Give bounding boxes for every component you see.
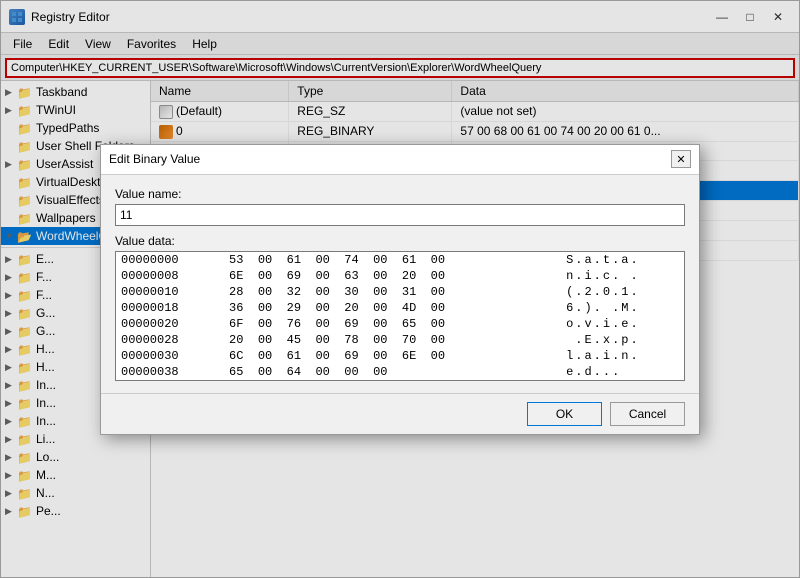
value-name-group: Value name: [115, 187, 685, 226]
value-name-input[interactable] [115, 204, 685, 226]
binary-hex: 65 00 64 00 00 00 [210, 364, 543, 380]
dialog-close-button[interactable]: ✕ [671, 150, 691, 168]
binary-hex: 36 00 29 00 20 00 4D 00 [210, 300, 543, 316]
binary-hex: 6E 00 69 00 63 00 20 00 [210, 268, 543, 284]
binary-address: 00000000 [116, 252, 210, 268]
binary-table: 00000000 53 00 61 00 74 00 61 00 S.a.t.a… [116, 252, 684, 380]
binary-row: 00000018 36 00 29 00 20 00 4D 00 6.). .M… [116, 300, 684, 316]
binary-row: 00000008 6E 00 69 00 63 00 20 00 n.i.c. … [116, 268, 684, 284]
cancel-button[interactable]: Cancel [610, 402, 685, 426]
dialog-footer: OK Cancel [101, 393, 699, 434]
binary-hex: 6F 00 76 00 69 00 65 00 [210, 316, 543, 332]
binary-row: 00000010 28 00 32 00 30 00 31 00 (.2.0.1… [116, 284, 684, 300]
binary-address: 00000030 [116, 348, 210, 364]
binary-ascii: S.a.t.a. [543, 252, 684, 268]
edit-binary-dialog: Edit Binary Value ✕ Value name: Value da… [100, 144, 700, 435]
binary-address: 00000038 [116, 364, 210, 380]
value-data-group: Value data: 00000000 53 00 61 00 74 00 6… [115, 234, 685, 381]
binary-address: 00000020 [116, 316, 210, 332]
binary-address: 00000018 [116, 300, 210, 316]
value-name-label: Value name: [115, 187, 685, 201]
binary-ascii: (.2.0.1. [543, 284, 684, 300]
binary-row: 00000020 6F 00 76 00 69 00 65 00 o.v.i.e… [116, 316, 684, 332]
binary-row: 00000038 65 00 64 00 00 00 e.d... [116, 364, 684, 380]
binary-hex: 6C 00 61 00 69 00 6E 00 [210, 348, 543, 364]
binary-ascii: 6.). .M. [543, 300, 684, 316]
binary-row: 00000030 6C 00 61 00 69 00 6E 00 l.a.i.n… [116, 348, 684, 364]
binary-ascii: n.i.c. . [543, 268, 684, 284]
dialog-body: Value name: Value data: 00000000 53 00 6… [101, 175, 699, 393]
binary-ascii: o.v.i.e. [543, 316, 684, 332]
binary-hex: 20 00 45 00 78 00 70 00 [210, 332, 543, 348]
main-window: Registry Editor — □ ✕ File Edit View Fav… [0, 0, 800, 578]
binary-ascii: e.d... [543, 364, 684, 380]
binary-row: 00000000 53 00 61 00 74 00 61 00 S.a.t.a… [116, 252, 684, 268]
binary-hex: 53 00 61 00 74 00 61 00 [210, 252, 543, 268]
dialog-title: Edit Binary Value [109, 152, 200, 166]
binary-data-container[interactable]: 00000000 53 00 61 00 74 00 61 00 S.a.t.a… [115, 251, 685, 381]
ok-button[interactable]: OK [527, 402, 602, 426]
binary-row: 00000028 20 00 45 00 78 00 70 00 .E.x.p. [116, 332, 684, 348]
value-data-label: Value data: [115, 234, 685, 248]
binary-address: 00000008 [116, 268, 210, 284]
binary-ascii: l.a.i.n. [543, 348, 684, 364]
binary-address: 00000010 [116, 284, 210, 300]
binary-hex: 28 00 32 00 30 00 31 00 [210, 284, 543, 300]
binary-address: 00000028 [116, 332, 210, 348]
binary-ascii: .E.x.p. [543, 332, 684, 348]
dialog-titlebar: Edit Binary Value ✕ [101, 145, 699, 175]
modal-overlay: Edit Binary Value ✕ Value name: Value da… [1, 1, 799, 577]
